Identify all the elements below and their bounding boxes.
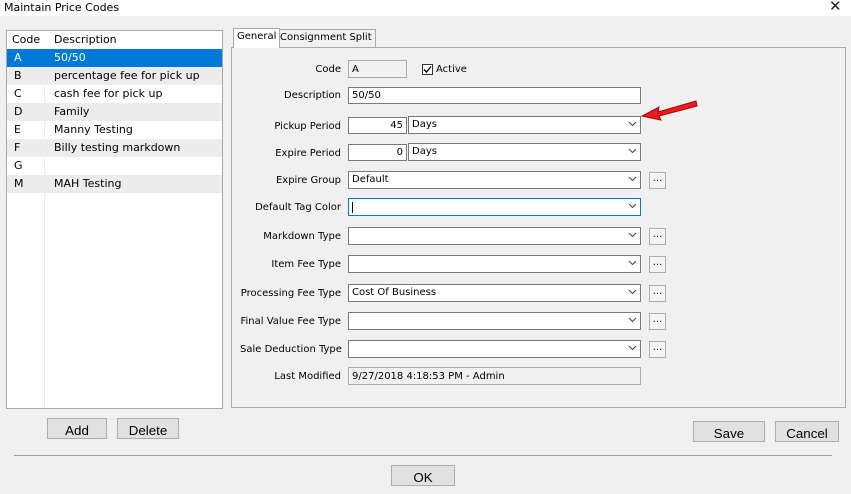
expire-period-field[interactable]: 0 (348, 144, 407, 161)
list-header: Code Description (7, 31, 222, 48)
delete-button[interactable]: Delete (117, 418, 179, 439)
expire-period-unit-combo[interactable]: Days (408, 143, 641, 161)
final-value-fee-type-combo[interactable] (348, 312, 641, 330)
text-cursor (352, 202, 353, 213)
sale-deduction-type-browse-button[interactable]: ... (649, 341, 666, 358)
default-tag-color-label: Default Tag Color (255, 202, 341, 213)
list-item-code: B (14, 69, 22, 82)
list-item-code: F (14, 141, 21, 154)
pickup-period-field[interactable]: 45 (348, 117, 407, 134)
price-code-list[interactable]: Code Description A 50/50 Bpercentage fee f… (6, 30, 223, 409)
tab-general[interactable]: General (233, 28, 281, 48)
chevron-down-icon (628, 148, 637, 154)
list-item[interactable]: A 50/50 (7, 49, 222, 67)
description-label: Description (284, 90, 341, 101)
list-item[interactable]: M MAH Testing (7, 175, 222, 193)
list-item[interactable]: Ccash fee for pick up (7, 85, 222, 103)
tab-consignment-split[interactable]: Consignment Split (276, 29, 376, 47)
check-icon (423, 66, 432, 73)
active-checkbox[interactable] (422, 64, 433, 75)
item-fee-type-combo[interactable] (348, 255, 641, 273)
markdown-type-combo[interactable] (348, 227, 641, 245)
list-item-description: Billy testing markdown (54, 141, 181, 154)
processing-fee-type-label: Processing Fee Type (240, 288, 341, 299)
pickup-period-unit-combo[interactable]: Days (408, 116, 641, 134)
list-item-description: Manny Testing (54, 123, 133, 136)
description-field[interactable]: 50/50 (348, 87, 641, 104)
sale-deduction-type-label: Sale Deduction Type (240, 344, 342, 355)
red-arrow-icon (640, 100, 698, 121)
list-item[interactable]: E Manny Testing (7, 121, 222, 139)
list-item[interactable]: D Family (7, 103, 222, 121)
item-fee-type-browse-button[interactable]: ... (649, 256, 666, 273)
list-item[interactable]: G (7, 157, 222, 175)
last-modified-field: 9/27/2018 4:18:53 PM - Admin (348, 367, 641, 385)
code-label: Code (315, 64, 341, 75)
chevron-down-icon (628, 317, 637, 323)
sale-deduction-type-combo[interactable] (348, 340, 641, 358)
list-item[interactable]: Bpercentage fee for pick up (7, 67, 222, 85)
expire-group-value: Default (352, 174, 389, 185)
add-button[interactable]: Add (47, 418, 107, 439)
list-item-code: D (14, 105, 23, 118)
final-value-fee-type-label: Final Value Fee Type (240, 316, 341, 327)
column-header-code[interactable]: Code (12, 33, 40, 46)
processing-fee-type-browse-button[interactable]: ... (649, 285, 666, 302)
processing-fee-type-combo[interactable]: Cost Of Business (348, 284, 641, 302)
chevron-down-icon (628, 176, 637, 182)
code-field: A (348, 60, 407, 78)
active-label: Active (436, 64, 467, 75)
list-item-description: cash fee for pick up (54, 87, 163, 100)
expire-group-label: Expire Group (275, 175, 341, 186)
ok-button[interactable]: OK (391, 465, 455, 486)
expire-group-combo[interactable]: Default (348, 171, 641, 189)
title-bar (0, 0, 851, 16)
chevron-down-icon (628, 203, 637, 209)
list-item-description: percentage fee for pick up (54, 69, 200, 82)
list-item-code: G (14, 159, 23, 172)
expire-period-label: Expire Period (275, 148, 341, 159)
chevron-down-icon (628, 345, 637, 351)
chevron-down-icon (628, 260, 637, 266)
list-item-code: M (14, 177, 24, 190)
column-header-description[interactable]: Description (54, 33, 117, 46)
list-item-code: A (14, 51, 22, 64)
markdown-type-label: Markdown Type (263, 231, 341, 242)
cancel-button[interactable]: Cancel (775, 421, 839, 442)
list-item-description: 50/50 (54, 51, 86, 64)
item-fee-type-label: Item Fee Type (271, 259, 341, 270)
close-icon[interactable]: ✕ (829, 0, 842, 15)
processing-fee-type-value: Cost Of Business (352, 287, 437, 298)
list-item-description: Family (54, 105, 90, 118)
expire-period-unit-value: Days (412, 146, 437, 157)
final-value-fee-type-browse-button[interactable]: ... (649, 313, 666, 330)
pickup-period-unit-value: Days (412, 119, 437, 130)
expire-group-browse-button[interactable]: ... (649, 172, 666, 189)
list-item[interactable]: F Billy testing markdown (7, 139, 222, 157)
save-button[interactable]: Save (693, 421, 765, 442)
markdown-type-browse-button[interactable]: ... (649, 228, 666, 245)
default-tag-color-combo[interactable] (348, 198, 641, 216)
list-item-code: C (14, 87, 22, 100)
list-item-code: E (14, 123, 21, 136)
chevron-down-icon (628, 232, 637, 238)
window-title: Maintain Price Codes (4, 1, 120, 14)
chevron-down-icon (628, 289, 637, 295)
last-modified-label: Last Modified (274, 371, 341, 382)
list-item-description: MAH Testing (54, 177, 122, 190)
separator (14, 455, 832, 456)
pickup-period-label: Pickup Period (274, 121, 341, 132)
